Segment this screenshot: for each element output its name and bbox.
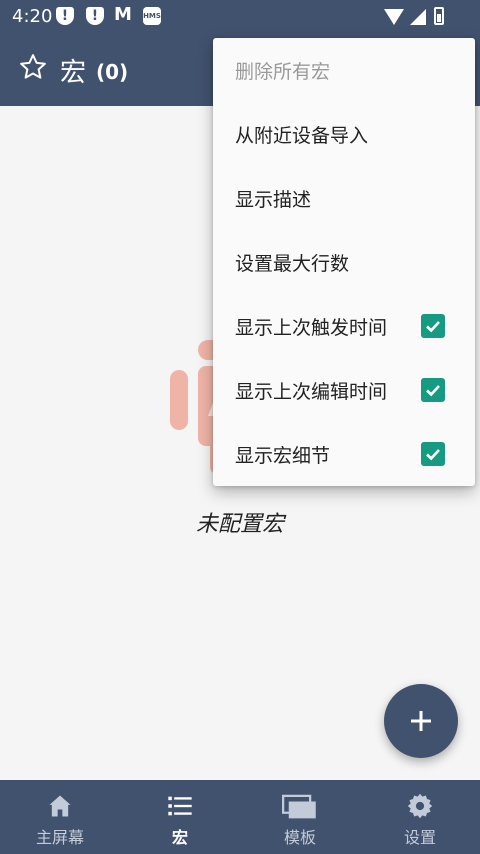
overflow-menu: 删除所有宏 从附近设备导入 显示描述 设置最大行数 显示上次触发时间 显示上次编… [213,38,475,486]
checkbox-checked[interactable] [421,314,445,338]
status-bar: 4:20 M HMS [0,0,480,34]
shield-alert-icon [56,7,74,25]
menu-item-max-lines[interactable]: 设置最大行数 [213,230,475,294]
macro-count: (0) [96,60,129,84]
checkbox-checked[interactable] [421,378,445,402]
menu-item-show-last-triggered[interactable]: 显示上次触发时间 [213,294,475,358]
menu-item-label: 显示上次编辑时间 [235,380,388,403]
star-icon[interactable] [18,52,48,82]
menu-item-label: 从附近设备导入 [235,124,369,147]
battery-icon [434,7,444,25]
nav-label: 主屏幕 [35,828,84,847]
menu-item-delete-all: 删除所有宏 [213,38,475,102]
checkbox-checked[interactable] [421,442,445,466]
signal-icon [410,9,426,25]
page-title: 宏 [60,58,87,88]
menu-item-label: 显示描述 [235,188,312,211]
menu-item-show-macro-details[interactable]: 显示宏细节 [213,422,475,486]
list-icon [166,792,194,820]
menu-item-label: 显示宏细节 [235,444,331,467]
home-icon [46,792,74,820]
wifi-icon [384,9,404,25]
m-logo-icon: M [114,4,132,25]
nav-macros[interactable]: 宏 [120,780,240,854]
nav-home[interactable]: 主屏幕 [0,780,120,854]
nav-templates[interactable]: 模板 [240,780,360,854]
bottom-nav: 主屏幕 宏 模板 设置 [0,780,480,854]
nav-label: 宏 [171,828,188,847]
templates-icon [282,792,318,820]
menu-item-label: 显示上次触发时间 [235,316,388,339]
menu-item-import-nearby[interactable]: 从附近设备导入 [213,102,475,166]
empty-state-message: 未配置宏 [195,512,284,537]
menu-item-show-description[interactable]: 显示描述 [213,166,475,230]
nav-label: 模板 [283,828,316,847]
menu-item-label: 设置最大行数 [235,252,350,275]
nav-label: 设置 [403,828,436,847]
menu-item-label: 删除所有宏 [235,60,331,83]
menu-item-show-last-edited[interactable]: 显示上次编辑时间 [213,358,475,422]
gear-icon [406,792,434,820]
nav-settings[interactable]: 设置 [360,780,480,854]
hms-icon: HMS [143,7,161,25]
shield-alert-icon [86,7,104,25]
add-macro-button[interactable] [384,684,458,758]
status-time: 4:20 [12,6,53,27]
